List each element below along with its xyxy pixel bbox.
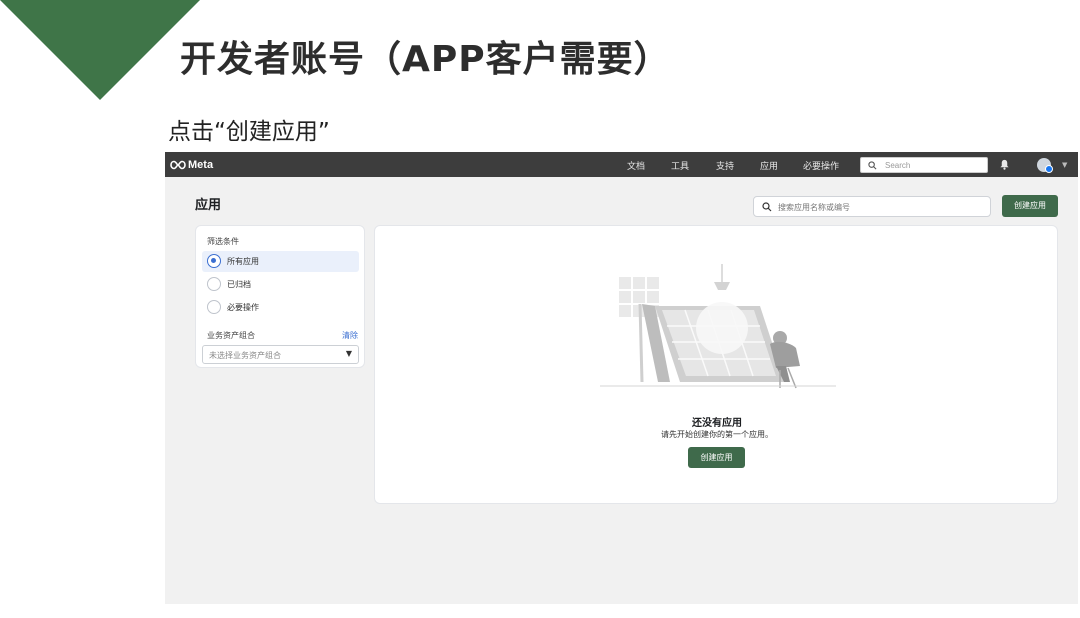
facebook-badge-icon: [1045, 165, 1053, 173]
nav-tools[interactable]: 工具: [671, 159, 689, 172]
empty-state-illustration: [600, 264, 836, 389]
portfolio-label: 业务资产组合: [207, 331, 255, 340]
search-icon: [868, 161, 877, 170]
nav-docs[interactable]: 文档: [627, 159, 645, 172]
radio[interactable]: [207, 300, 221, 314]
slide-instruction: 点击“创建应用”: [168, 119, 330, 145]
nav-apps[interactable]: 应用: [760, 159, 778, 172]
top-search-placeholder: Search: [885, 161, 911, 170]
portfolio-select[interactable]: 未选择业务资产组合 ▼: [202, 345, 359, 364]
clear-link[interactable]: 清除: [342, 330, 358, 341]
create-first-app-button[interactable]: 创建应用: [688, 447, 745, 468]
filter-option-label: 必要操作: [227, 303, 259, 312]
slide: 开发者账号（APP客户需要） 点击“创建应用” Meta 文档 工具 支持 应用…: [0, 0, 1080, 618]
app-search-placeholder: 搜索应用名称或编号: [778, 203, 850, 212]
apps-empty-state-card: 还没有应用 请先开始创建你的第一个应用。 创建应用: [374, 225, 1058, 504]
filter-option-label: 已归档: [227, 280, 251, 289]
top-navigation-bar: Meta 文档 工具 支持 应用 必要操作 Search ▼: [165, 152, 1078, 177]
page-title: 应用: [195, 198, 222, 213]
radio-selected[interactable]: [207, 254, 221, 268]
filter-option-label: 所有应用: [227, 257, 259, 266]
brand-name: Meta: [188, 158, 214, 171]
meta-logo[interactable]: Meta: [170, 157, 213, 172]
filter-heading: 筛选条件: [207, 237, 239, 246]
corner-triangle-decoration: [0, 0, 200, 100]
nav-support[interactable]: 支持: [716, 159, 734, 172]
meta-developer-screenshot: Meta 文档 工具 支持 应用 必要操作 Search ▼ 应用 搜索应用名称…: [165, 152, 1078, 604]
radio[interactable]: [207, 277, 221, 291]
slide-title: 开发者账号（APP客户需要）: [180, 39, 671, 80]
empty-state-title: 还没有应用: [692, 418, 742, 429]
filter-option-required-actions[interactable]: 必要操作: [202, 297, 359, 318]
nav-required-actions[interactable]: 必要操作: [803, 159, 839, 172]
filter-option-archived[interactable]: 已归档: [202, 274, 359, 295]
bell-icon[interactable]: [999, 159, 1010, 170]
top-search-input[interactable]: Search: [860, 157, 988, 173]
filter-panel: 筛选条件 所有应用 已归档 必要操作 业务资产组合 清除 未选择业务资产组合 ▼: [195, 225, 365, 368]
app-search-input[interactable]: 搜索应用名称或编号: [753, 196, 991, 217]
portfolio-placeholder: 未选择业务资产组合: [209, 351, 281, 360]
chevron-down-icon[interactable]: ▼: [1062, 161, 1067, 169]
search-icon: [762, 202, 772, 212]
empty-state-description: 请先开始创建你的第一个应用。: [661, 430, 773, 439]
create-app-button[interactable]: 创建应用: [1002, 195, 1058, 217]
meta-infinity-icon: [170, 160, 186, 169]
dropdown-arrow-icon: ▼: [345, 349, 352, 358]
filter-option-all-apps[interactable]: 所有应用: [202, 251, 359, 272]
